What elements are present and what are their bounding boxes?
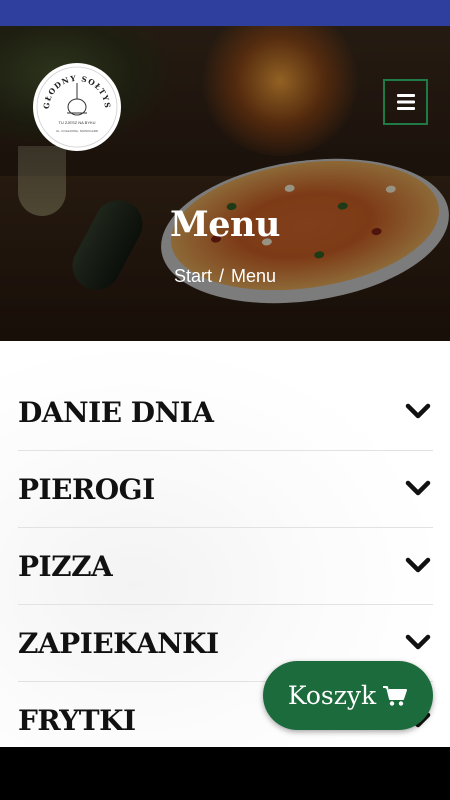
breadcrumb: Start / Menu <box>0 266 450 287</box>
cart-label: Koszyk <box>287 681 377 710</box>
breadcrumb-separator: / <box>218 266 224 286</box>
breadcrumb-current: Menu <box>231 266 277 286</box>
restaurant-logo[interactable]: GŁODNY SOŁTYS TU ZJESZ NA BYKU UL. KOLEJ… <box>33 63 121 151</box>
category-pizza[interactable]: PIZZA <box>18 528 433 605</box>
category-label: PIZZA <box>18 549 113 583</box>
category-label: DANIE DNIA <box>18 395 214 429</box>
category-pierogi[interactable]: PIEROGI <box>18 451 433 528</box>
logo-tagline: TU ZJESZ NA BYKU <box>58 120 95 125</box>
chevron-down-icon <box>405 403 431 419</box>
cart-icon <box>383 685 408 706</box>
logo-address: UL. KOLEJOWA, NOWOGARD <box>56 129 99 133</box>
chevron-down-icon <box>405 634 431 650</box>
category-label: FRYTKI <box>18 704 136 737</box>
chevron-down-icon <box>405 480 431 496</box>
cart-button[interactable]: Koszyk <box>263 661 433 730</box>
category-label: ZAPIEKANKI <box>18 626 219 660</box>
page-title: Menu <box>170 204 280 245</box>
chevron-down-icon <box>405 557 431 573</box>
category-danie-dnia[interactable]: DANIE DNIA <box>18 374 433 451</box>
hamburger-icon <box>396 94 415 110</box>
menu-toggle-button[interactable] <box>383 79 428 125</box>
breadcrumb-home-link[interactable]: Start <box>174 266 212 286</box>
system-navigation-bar <box>0 747 450 800</box>
status-bar <box>0 0 450 26</box>
category-label: PIEROGI <box>18 472 155 506</box>
